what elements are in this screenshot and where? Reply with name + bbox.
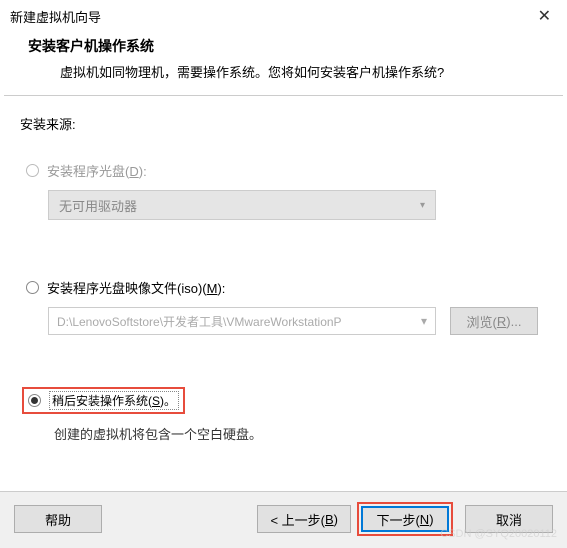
content-area: 安装来源: 安装程序光盘(D): 无可用驱动器 ▾ 安装程序光盘映像文件(iso… (0, 114, 567, 443)
close-icon[interactable]: ✕ (532, 6, 557, 26)
header-title: 安装客户机操作系统 (28, 36, 543, 56)
option-iso[interactable]: 安装程序光盘映像文件(iso)(M): (26, 278, 547, 297)
iso-path-input: D:\LenovoSoftstore\开发者工具\VMwareWorkstati… (48, 307, 436, 335)
help-button[interactable]: 帮助 (14, 505, 102, 533)
option-disc: 安装程序光盘(D): (26, 161, 547, 180)
option-later-label: 稍后安装操作系统(S)。 (49, 391, 179, 410)
wizard-header: 安装客户机操作系统 虚拟机如同物理机，需要操作系统。您将如何安装客户机操作系统? (0, 30, 567, 95)
option-iso-label: 安装程序光盘映像文件(iso)(M): (47, 278, 225, 297)
option-later-highlight: 稍后安装操作系统(S)。 (22, 387, 185, 414)
option-later-wrap: 稍后安装操作系统(S)。 (22, 387, 547, 414)
chevron-down-icon: ▾ (420, 200, 425, 211)
header-desc: 虚拟机如同物理机，需要操作系统。您将如何安装客户机操作系统? (28, 62, 543, 81)
chevron-down-icon: ▾ (421, 314, 427, 328)
window-title: 新建虚拟机向导 (10, 7, 101, 26)
back-button[interactable]: < 上一步(B) (257, 505, 351, 533)
radio-iso[interactable] (26, 281, 39, 294)
disc-dropdown-text: 无可用驱动器 (59, 196, 137, 215)
titlebar: 新建虚拟机向导 ✕ (0, 0, 567, 30)
browse-button: 浏览(R)... (450, 307, 538, 335)
header-divider (4, 95, 563, 96)
disc-dropdown: 无可用驱动器 ▾ (48, 190, 436, 220)
cancel-button[interactable]: 取消 (465, 505, 553, 533)
option-disc-label: 安装程序光盘(D): (47, 161, 147, 180)
next-button[interactable]: 下一步(N) (361, 506, 449, 532)
radio-disc (26, 164, 39, 177)
radio-later[interactable] (28, 394, 41, 407)
iso-path-text: D:\LenovoSoftstore\开发者工具\VMwareWorkstati… (57, 313, 342, 330)
next-button-highlight: 下一步(N) (357, 502, 453, 536)
source-label: 安装来源: (20, 114, 547, 133)
footer-bar: 帮助 < 上一步(B) 下一步(N) 取消 (0, 491, 567, 548)
option-later-desc: 创建的虚拟机将包含一个空白硬盘。 (54, 424, 547, 443)
iso-input-row: D:\LenovoSoftstore\开发者工具\VMwareWorkstati… (48, 307, 547, 335)
